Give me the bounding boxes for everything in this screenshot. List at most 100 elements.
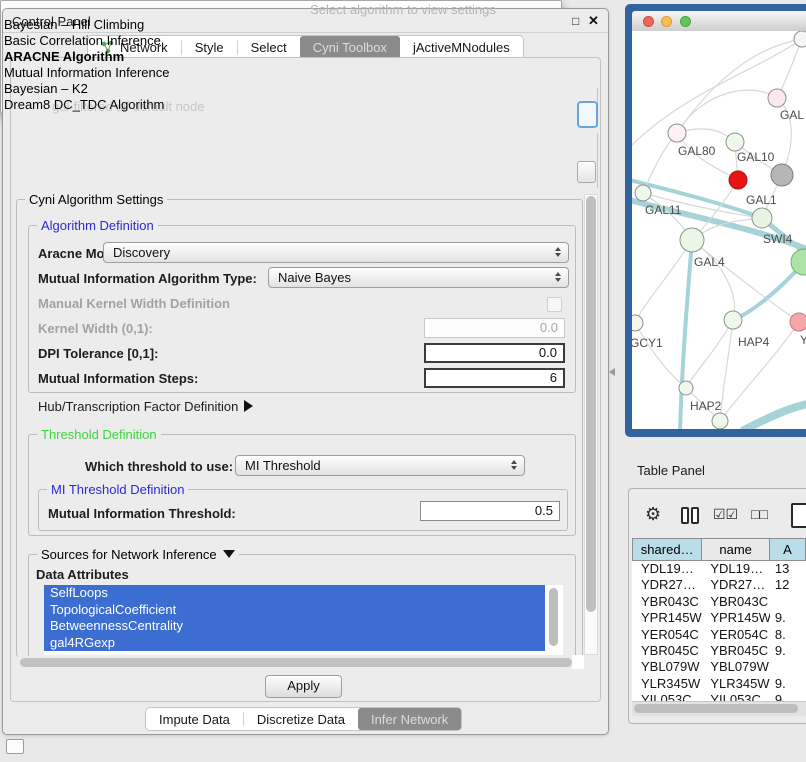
collapsed-arrow-icon	[244, 400, 253, 412]
network-node[interactable]	[752, 208, 772, 228]
node-label: GCY1	[632, 336, 663, 350]
deselect-all-checkboxes-icon[interactable]: □□	[751, 506, 768, 522]
mi-steps-field[interactable]: 6	[424, 368, 565, 388]
network-combobox-fragment[interactable]	[577, 161, 596, 183]
table-settings-gear-icon[interactable]: ⚙	[645, 504, 661, 525]
algorithm-option[interactable]: Bayesian – Hill Climbing	[4, 17, 544, 33]
settings-hscrollbar-thumb[interactable]	[20, 658, 572, 667]
table-row[interactable]: YPR145WYPR145W9.	[632, 610, 806, 626]
tab-impute-data[interactable]: Impute Data	[146, 708, 243, 730]
which-threshold-combobox[interactable]: MI Threshold	[235, 455, 525, 476]
table-row[interactable]: YIL053CYIL053C9	[632, 692, 806, 701]
screen: Control Panel □ ✕ Network Style Select C…	[0, 0, 806, 762]
expanded-arrow-icon	[223, 550, 235, 558]
aracne-mode-combobox[interactable]: Discovery	[103, 242, 569, 263]
node-table: shared… name A YDL19…YDL19…13 YDR27…YDR2…	[632, 538, 806, 701]
network-node[interactable]	[724, 311, 742, 329]
table-document-icon[interactable]	[791, 503, 806, 528]
which-threshold-label: Which threshold to use:	[85, 459, 233, 474]
table-header-row: shared… name A	[632, 538, 806, 561]
threshold-definition-title: Threshold Definition	[37, 427, 161, 442]
table-columns-icon[interactable]	[681, 507, 701, 524]
hub-tf-definition-toggle[interactable]: Hub/Transcription Factor Definition	[38, 399, 253, 414]
network-node[interactable]	[768, 89, 786, 107]
apply-button[interactable]: Apply	[265, 675, 342, 698]
table-hscrollbar-thumb[interactable]	[634, 704, 798, 713]
column-header-name[interactable]: name	[702, 539, 770, 560]
algorithm-option[interactable]: Bayesian – K2	[4, 81, 544, 97]
network-graph: GAL GAL80 GAL10 GAL11 GAL1 GAL4 SWI4 GCY…	[632, 31, 806, 429]
node-label: GAL1	[746, 193, 777, 207]
tab-discretize-data[interactable]: Discretize Data	[244, 708, 358, 730]
algorithm-option[interactable]: Basic Correlation Inference	[4, 33, 544, 49]
node-label: GAL10	[737, 150, 775, 164]
algorithm-definition-title: Algorithm Definition	[37, 218, 158, 233]
table-row[interactable]: YBL079WYBL079W	[632, 659, 806, 675]
table-row[interactable]: YER054CYER054C8.	[632, 627, 806, 643]
attribute-item-selected[interactable]: BetweennessCentrality	[44, 618, 545, 635]
mi-steps-label: Mutual Information Steps:	[38, 371, 198, 386]
network-node[interactable]	[726, 133, 744, 151]
combo-arrows-icon	[511, 460, 517, 470]
algorithm-option[interactable]: Mutual Information Inference	[4, 65, 544, 81]
restore-panel-button[interactable]	[6, 739, 24, 754]
node-label: GAL4	[694, 255, 725, 269]
combo-arrows-icon	[555, 272, 561, 282]
algorithm-option-selected[interactable]: ARACNE Algorithm	[4, 49, 544, 65]
tab-infer-network-label: Infer Network	[371, 712, 448, 727]
minimize-window-icon[interactable]	[661, 16, 672, 27]
attribute-list-scrollbar[interactable]	[549, 588, 558, 646]
table-row[interactable]: YBR043CYBR043C	[632, 594, 806, 610]
node-label: SWI4	[763, 232, 793, 246]
network-node[interactable]	[668, 124, 686, 142]
network-node-labels: GAL GAL80 GAL10 GAL11 GAL1 GAL4 SWI4 GCY…	[632, 108, 806, 413]
node-label: GAL	[780, 108, 804, 122]
network-node[interactable]	[712, 413, 728, 429]
dpi-tolerance-field[interactable]: 0.0	[424, 343, 565, 363]
network-node-red[interactable]	[729, 171, 747, 189]
sources-group-title[interactable]: Sources for Network Inference	[37, 547, 239, 562]
node-label: GAL80	[678, 144, 716, 158]
mi-threshold-label: Mutual Information Threshold:	[48, 506, 236, 521]
settings-vscrollbar-thumb[interactable]	[586, 196, 596, 612]
scrollbar-corner	[572, 655, 584, 669]
column-header-shared-name[interactable]: shared…	[632, 539, 702, 560]
network-node-salmon[interactable]	[790, 313, 806, 331]
node-label: GAL11	[645, 203, 682, 217]
tab-infer-network[interactable]: Infer Network	[358, 708, 461, 730]
tab-discretize-data-label: Discretize Data	[257, 712, 345, 727]
network-node[interactable]	[794, 31, 806, 47]
network-window-titlebar[interactable]	[632, 11, 806, 32]
network-node[interactable]	[680, 228, 704, 252]
select-all-checkboxes-icon[interactable]: ☑☑	[713, 506, 738, 523]
data-attributes-label: Data Attributes	[36, 567, 129, 582]
zoom-window-icon[interactable]	[680, 16, 691, 27]
hub-tf-definition-label: Hub/Transcription Factor Definition	[38, 399, 238, 414]
sources-title-label: Sources for Network Inference	[41, 547, 217, 562]
mi-type-combobox[interactable]: Naive Bayes	[268, 267, 569, 288]
hidden-groupbox-edge	[597, 133, 598, 188]
attribute-item-selected[interactable]: TopologicalCoefficient	[44, 602, 545, 619]
data-attributes-list: SelfLoops TopologicalCoefficient Between…	[44, 585, 545, 651]
table-row[interactable]: YDR27…YDR27…12	[632, 577, 806, 593]
network-node-gray[interactable]	[771, 164, 793, 186]
attribute-item-selected[interactable]: gal4RGexp	[44, 635, 545, 652]
mi-threshold-field[interactable]: 0.5	[420, 501, 560, 521]
table-row[interactable]: YBR045CYBR045C9.	[632, 643, 806, 659]
splitter-handle-icon[interactable]	[609, 368, 615, 376]
network-node[interactable]	[635, 185, 651, 201]
which-threshold-value: MI Threshold	[245, 458, 321, 473]
attribute-item-selected[interactable]: SelfLoops	[44, 585, 545, 602]
network-node[interactable]	[632, 315, 643, 331]
manual-kernel-checkbox	[547, 297, 562, 312]
table-row[interactable]: YLR345WYLR345W9.	[632, 676, 806, 692]
algorithm-dropdown-popup: Select algorithm to view settings Bayesi…	[0, 0, 562, 117]
mi-type-label: Mutual Information Algorithm Type:	[38, 271, 257, 286]
combo-arrows-icon	[555, 247, 561, 257]
network-canvas[interactable]: GAL GAL80 GAL10 GAL11 GAL1 GAL4 SWI4 GCY…	[632, 31, 806, 429]
close-window-icon[interactable]	[643, 16, 654, 27]
algorithm-combobox-fragment[interactable]	[577, 101, 598, 128]
network-node[interactable]	[679, 381, 693, 395]
table-row[interactable]: YDL19…YDL19…13	[632, 561, 806, 577]
column-header-clipped[interactable]: A	[770, 539, 806, 560]
